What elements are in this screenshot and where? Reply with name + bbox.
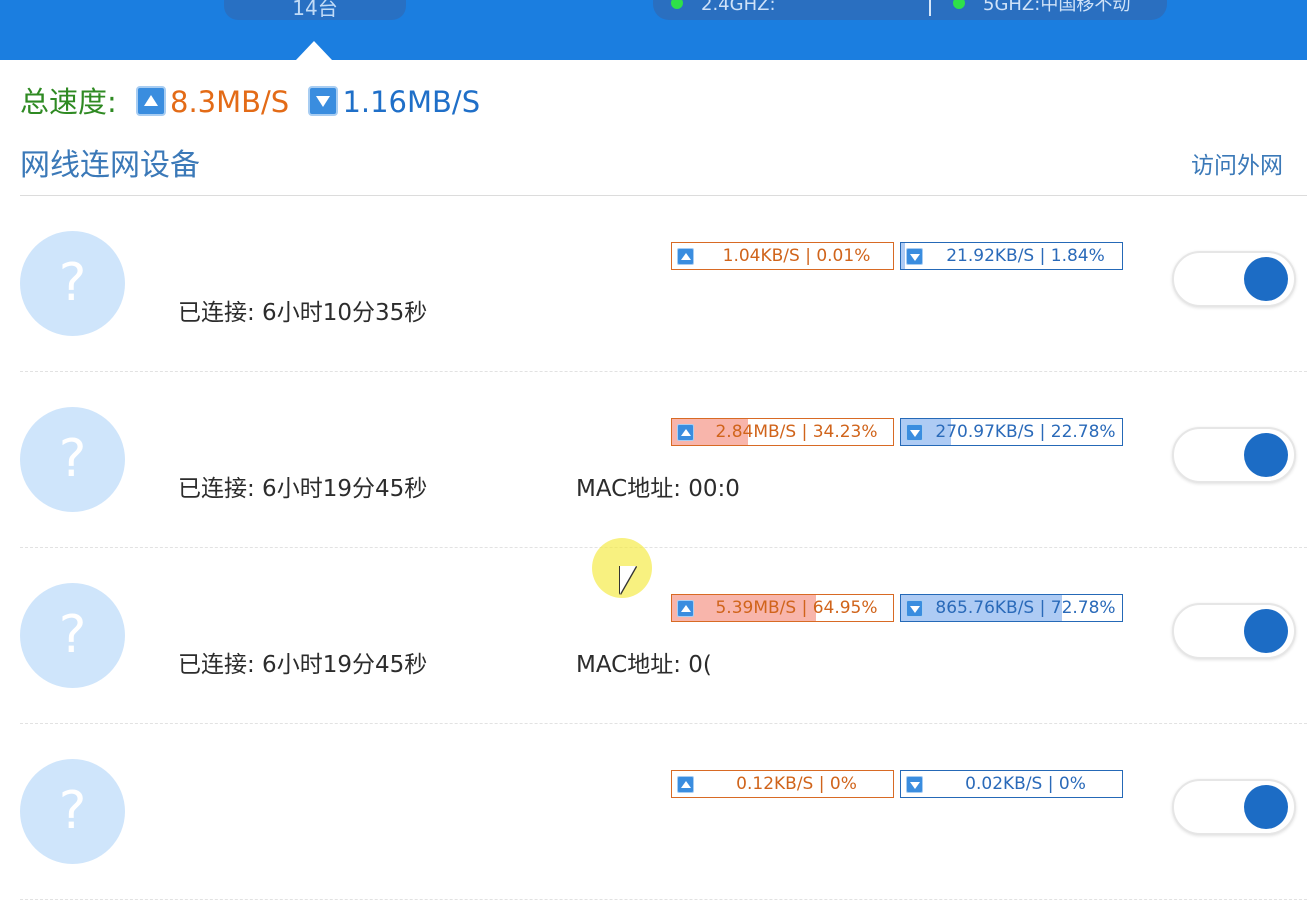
mouse-cursor-icon [620,566,636,594]
toggle-knob [1244,785,1288,829]
mac-address: MAC地址: 0( [576,649,712,681]
upload-rate-text: 0.12KB/S | 0% [700,771,893,797]
download-rate-text: 21.92KB/S | 1.84% [929,243,1122,269]
connected-duration: 已连接: 6小时19分45秒 [178,473,427,505]
active-tab-caret [296,41,332,60]
toggle-knob [1244,609,1288,653]
download-rate-bar: 0.02KB/S | 0% [900,770,1123,798]
upload-rate-bar: 0.12KB/S | 0% [671,770,894,798]
upload-arrow-icon [136,86,166,116]
mac-address: MAC地址: 00:0 [576,473,740,505]
total-download-value: 1.16MB/S [342,85,480,119]
upload-rate-bar: 5.39MB/S | 64.95% [671,594,894,622]
download-rate-text: 0.02KB/S | 0% [929,771,1122,797]
upload-arrow-icon [677,776,694,793]
download-arrow-icon [906,600,923,617]
total-speed-label: 总速度: [20,85,117,119]
device-avatar-icon: ? [20,231,125,336]
device-row: ? 已连接: 6小时19分45秒 MAC地址: 0( 5.39MB/S | 64… [20,548,1307,724]
total-speed: 总速度: 8.3MB/S 1.16MB/S [20,82,480,122]
download-rate-bar: 865.76KB/S | 72.78% [900,594,1123,622]
upload-rate-text: 5.39MB/S | 64.95% [700,595,893,621]
total-upload-value: 8.3MB/S [170,85,289,119]
upload-arrow-icon [677,600,694,617]
upload-rate-text: 1.04KB/S | 0.01% [700,243,893,269]
download-rate-bar: 21.92KB/S | 1.84% [900,242,1123,270]
top-bar: 14台 2.4GHZ: 5GHZ:中国移不动 [0,0,1307,60]
device-count-tab[interactable]: 14台 [224,0,406,20]
upload-arrow-icon [677,424,694,441]
download-arrow-icon [906,424,923,441]
download-rate-bar: 270.97KB/S | 22.78% [900,418,1123,446]
download-arrow-icon [906,248,923,265]
device-avatar-icon: ? [20,759,125,864]
internet-access-toggle[interactable] [1172,427,1296,483]
wifi-24-label: 2.4GHZ: [701,0,776,15]
connected-duration: 已连接: 6小时19分45秒 [178,649,427,681]
wifi-status-pill[interactable]: 2.4GHZ: 5GHZ:中国移不动 [653,0,1167,20]
wifi-5-label: 5GHZ:中国移不动 [983,0,1130,15]
upload-rate-text: 2.84MB/S | 34.23% [700,419,893,445]
device-row: ? 0.12KB/S | 0% 0.02KB/S | 0% [20,724,1307,900]
device-row: ? 已连接: 6小时19分45秒 MAC地址: 00:0 2.84MB/S | … [20,372,1307,548]
status-dot-icon [671,0,683,9]
upload-rate-bar: 2.84MB/S | 34.23% [671,418,894,446]
wifi-separator [929,0,931,16]
internet-access-toggle[interactable] [1172,779,1296,835]
wifi-24-status: 2.4GHZ: [671,0,776,16]
connected-duration: 已连接: 6小时10分35秒 [178,297,427,329]
access-internet-link[interactable]: 访问外网 [1191,150,1283,182]
internet-access-toggle[interactable] [1172,603,1296,659]
internet-access-toggle[interactable] [1172,251,1296,307]
status-dot-icon [953,0,965,9]
upload-arrow-icon [677,248,694,265]
download-rate-text: 270.97KB/S | 22.78% [929,419,1122,445]
section-title: 网线连网设备 [20,146,200,186]
toggle-knob [1244,433,1288,477]
device-row: ? 已连接: 6小时10分35秒 1.04KB/S | 0.01% 21.92K… [20,196,1307,372]
upload-rate-bar: 1.04KB/S | 0.01% [671,242,894,270]
device-avatar-icon: ? [20,407,125,512]
wifi-5-status: 5GHZ:中国移不动 [953,0,1130,16]
device-avatar-icon: ? [20,583,125,688]
toggle-knob [1244,257,1288,301]
download-arrow-icon [308,86,338,116]
download-rate-fill [901,243,905,269]
download-rate-text: 865.76KB/S | 72.78% [929,595,1122,621]
download-arrow-icon [906,776,923,793]
